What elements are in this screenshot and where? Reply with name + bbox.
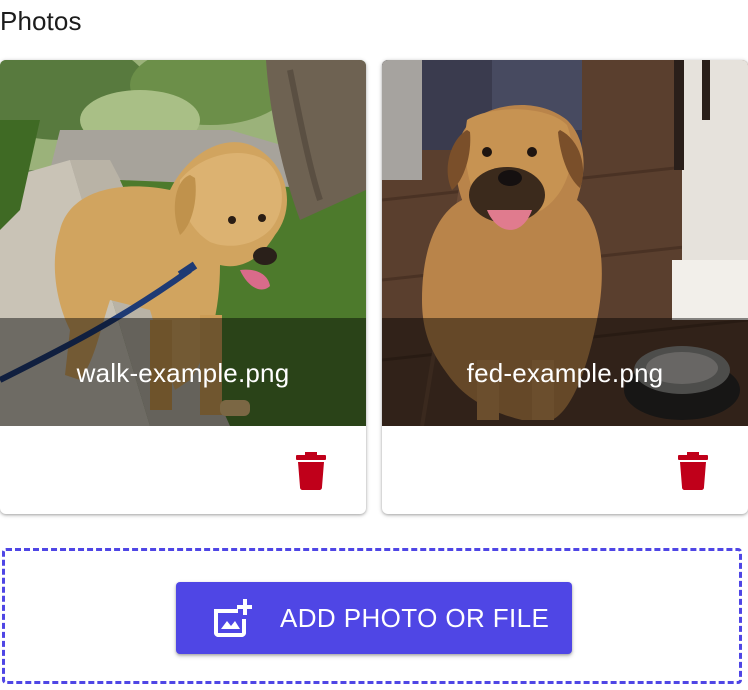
delete-photo-button[interactable] <box>674 448 712 494</box>
photo-caption: walk-example.png <box>76 358 290 388</box>
photo-caption: fed-example.png <box>466 358 664 388</box>
card-actions <box>0 426 366 514</box>
add-photo-icon <box>214 599 252 637</box>
photo-grid: walk-example.png fed-example.png <box>0 60 748 514</box>
trash-icon <box>678 452 708 490</box>
photo-card: walk-example.png <box>0 60 366 514</box>
card-actions <box>382 426 748 514</box>
add-photo-label: ADD PHOTO OR FILE <box>280 603 550 633</box>
delete-photo-button[interactable] <box>292 448 330 494</box>
photo-card: fed-example.png <box>382 60 748 514</box>
section-title: Photos <box>0 6 82 36</box>
trash-icon <box>296 452 326 490</box>
add-photo-button[interactable]: ADD PHOTO OR FILE <box>176 582 572 654</box>
